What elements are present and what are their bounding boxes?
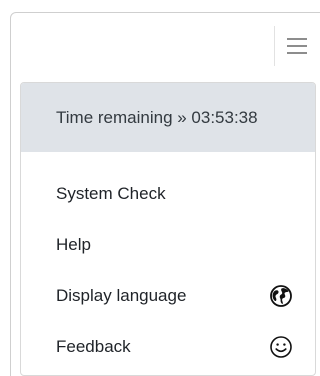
- globe-icon: [269, 284, 293, 308]
- menu-item-display-language[interactable]: Display language: [21, 270, 315, 321]
- time-remaining-text: Time remaining » 03:53:38: [56, 107, 258, 127]
- menu-item-label: Display language: [56, 285, 187, 305]
- menu-item-label: System Check: [56, 183, 166, 203]
- time-remaining-banner: Time remaining » 03:53:38: [21, 83, 315, 152]
- header-divider: [274, 26, 275, 66]
- menu-item-label: Feedback: [56, 336, 131, 356]
- dropdown-menu: Time remaining » 03:53:38 System Check H…: [20, 82, 316, 376]
- menu-item-help[interactable]: Help: [21, 219, 315, 270]
- smiley-icon: [269, 335, 293, 359]
- hamburger-menu-icon[interactable]: [286, 35, 308, 57]
- menu-list: System Check Help Display language Feedb…: [21, 152, 315, 372]
- app-canvas: Time remaining » 03:53:38 System Check H…: [0, 0, 320, 376]
- menu-item-system-check[interactable]: System Check: [21, 168, 315, 219]
- menu-item-feedback[interactable]: Feedback: [21, 321, 315, 372]
- menu-item-label: Help: [56, 234, 91, 254]
